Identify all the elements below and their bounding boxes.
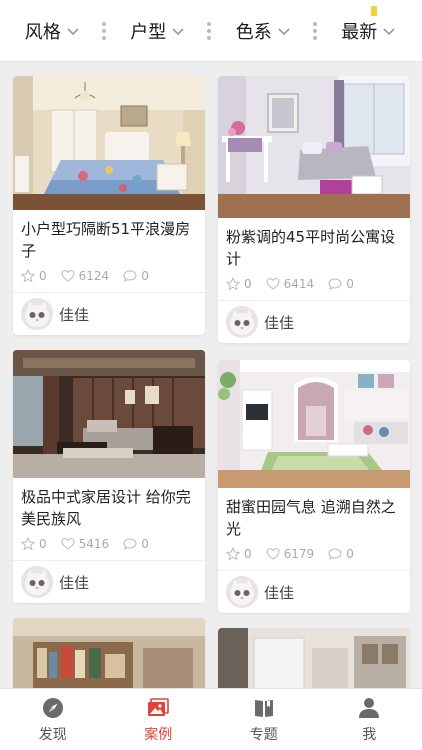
case-card[interactable]: 小户型巧隔断51平浪漫房子 0 6124 0 佳佳 xyxy=(13,76,205,335)
like-count: 6179 xyxy=(283,547,315,561)
case-stats: 0 6179 0 xyxy=(218,540,410,564)
author-name: 佳佳 xyxy=(264,313,295,332)
case-card[interactable]: 极品中式家居设计 给你完美民族风 0 5416 0 佳佳 xyxy=(13,350,205,603)
case-card[interactable]: 甜蜜田园气息 追溯自然之光 0 6179 0 佳佳 xyxy=(218,360,410,613)
like-stat[interactable]: 5416 xyxy=(61,537,110,551)
author-name: 佳佳 xyxy=(59,305,90,324)
like-stat[interactable]: 6414 xyxy=(266,277,315,291)
avatar xyxy=(226,306,258,338)
bottom-tab-bar: 发现 案例 专题 我 xyxy=(0,688,422,750)
case-author[interactable]: 佳佳 xyxy=(13,293,205,335)
comment-stat[interactable]: 0 xyxy=(328,547,354,561)
filter-style[interactable]: 风格 xyxy=(0,0,106,61)
filter-sort-label: 最新 xyxy=(341,21,378,43)
case-author[interactable]: 佳佳 xyxy=(13,561,205,603)
case-author[interactable]: 佳佳 xyxy=(218,571,410,613)
tab-topics[interactable]: 专题 xyxy=(211,689,317,750)
comment-count: 0 xyxy=(141,537,149,551)
heart-icon xyxy=(61,270,75,282)
case-title: 甜蜜田园气息 追溯自然之光 xyxy=(226,498,396,538)
tab-me[interactable]: 我 xyxy=(317,689,422,750)
filter-layout-label: 户型 xyxy=(130,21,167,43)
case-stats: 0 6414 0 xyxy=(218,270,410,294)
avatar xyxy=(226,576,258,608)
filter-sort[interactable]: 最新 xyxy=(317,0,422,61)
tab-discover[interactable]: 发现 xyxy=(0,689,106,750)
favorite-count: 0 xyxy=(39,269,47,283)
favorite-count: 0 xyxy=(244,547,252,561)
like-stat[interactable]: 6179 xyxy=(266,547,315,561)
favorite-stat[interactable]: 0 xyxy=(21,537,47,551)
case-card[interactable] xyxy=(218,628,410,688)
case-title: 极品中式家居设计 给你完美民族风 xyxy=(21,488,191,528)
author-name: 佳佳 xyxy=(264,583,295,602)
filter-style-label: 风格 xyxy=(24,21,61,43)
chevron-down-icon xyxy=(67,27,79,35)
tab-discover-label: 发现 xyxy=(38,726,67,743)
tab-cases[interactable]: 案例 xyxy=(106,689,212,750)
comment-icon xyxy=(328,548,342,561)
comment-stat[interactable]: 0 xyxy=(123,269,149,283)
avatar xyxy=(21,566,53,598)
case-image-pastoral-room xyxy=(218,360,410,488)
comment-icon xyxy=(123,538,137,551)
case-title: 粉紫调的45平时尚公寓设计 xyxy=(226,228,396,268)
heart-icon xyxy=(266,548,280,560)
comment-count: 0 xyxy=(346,547,354,561)
tab-cases-label: 案例 xyxy=(144,726,173,743)
filter-layout[interactable]: 户型 xyxy=(106,0,211,61)
comment-count: 0 xyxy=(141,269,149,283)
case-image-bedroom xyxy=(13,76,205,210)
tab-topics-label: 专题 xyxy=(249,726,278,743)
comment-stat[interactable]: 0 xyxy=(328,277,354,291)
filter-color-label: 色系 xyxy=(235,21,272,43)
case-image-kitchen xyxy=(218,628,410,688)
like-count: 6414 xyxy=(283,277,315,291)
case-card[interactable] xyxy=(13,618,205,688)
favorite-stat[interactable]: 0 xyxy=(226,277,252,291)
favorite-stat[interactable]: 0 xyxy=(21,269,47,283)
comment-icon xyxy=(328,278,342,291)
like-count: 5416 xyxy=(78,537,110,551)
case-image-chinese-living xyxy=(13,350,205,478)
heart-icon xyxy=(61,538,75,550)
case-image-bookshelf xyxy=(13,618,205,688)
indicator-mark xyxy=(371,6,377,16)
favorite-stat[interactable]: 0 xyxy=(226,547,252,561)
case-image-living-room xyxy=(218,76,410,218)
case-author[interactable]: 佳佳 xyxy=(218,301,410,343)
filter-color[interactable]: 色系 xyxy=(211,0,317,61)
person-icon xyxy=(359,697,380,718)
case-stats: 0 5416 0 xyxy=(13,530,205,554)
gallery-icon xyxy=(148,697,170,716)
star-icon xyxy=(226,547,240,561)
star-icon xyxy=(21,537,35,551)
comment-stat[interactable]: 0 xyxy=(123,537,149,551)
chevron-down-icon xyxy=(172,27,184,35)
case-title: 小户型巧隔断51平浪漫房子 xyxy=(21,220,191,260)
tab-me-label: 我 xyxy=(362,726,377,743)
case-card[interactable]: 粉紫调的45平时尚公寓设计 0 6414 0 佳佳 xyxy=(218,76,410,343)
case-feed[interactable]: 小户型巧隔断51平浪漫房子 0 6124 0 佳佳 粉紫调的45平时尚公寓设计 … xyxy=(0,62,422,688)
chevron-down-icon xyxy=(383,27,395,35)
book-icon xyxy=(254,699,273,717)
favorite-count: 0 xyxy=(244,277,252,291)
compass-icon xyxy=(42,697,63,718)
case-stats: 0 6124 0 xyxy=(13,262,205,286)
author-name: 佳佳 xyxy=(59,573,90,592)
favorite-count: 0 xyxy=(39,537,47,551)
chevron-down-icon xyxy=(278,27,290,35)
avatar xyxy=(21,298,53,330)
like-stat[interactable]: 6124 xyxy=(61,269,110,283)
comment-count: 0 xyxy=(346,277,354,291)
comment-icon xyxy=(123,270,137,283)
heart-icon xyxy=(266,278,280,290)
filter-bar: 风格 户型 色系 最新 xyxy=(0,0,422,62)
star-icon xyxy=(226,277,240,291)
like-count: 6124 xyxy=(78,269,110,283)
star-icon xyxy=(21,269,35,283)
